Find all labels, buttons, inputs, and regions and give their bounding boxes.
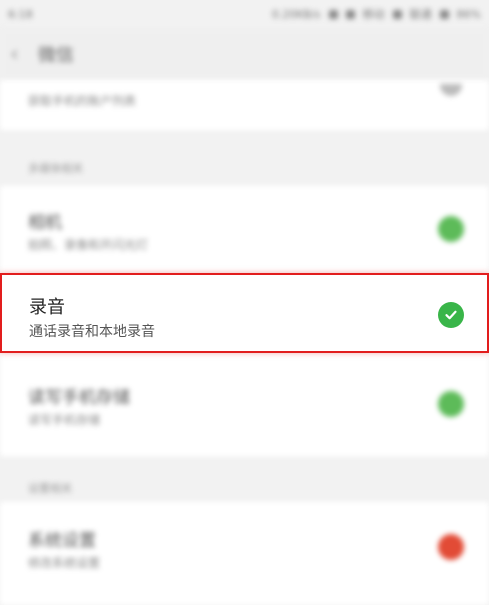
status-right: 0.20KB/s 移动 联通 86% [272, 6, 481, 22]
permission-item-camera[interactable]: 相机 拍照、录像和开闪光灯 [0, 186, 489, 276]
top-item-subtitle: 获取手机的账户列表 [28, 94, 137, 108]
denied-status-icon [438, 534, 464, 560]
signal-icon [392, 9, 402, 19]
wifi-icon [345, 9, 355, 19]
allowed-check-icon [438, 216, 464, 242]
battery-level: 86% [456, 7, 481, 21]
permission-label: 相机 [28, 213, 62, 233]
allowed-check-icon [438, 391, 464, 417]
permission-item-storage[interactable]: 读写手机存储 读写手机存储 [0, 361, 489, 451]
section-header-media: 多媒体相关 [28, 162, 83, 175]
permission-subtitle: 通话录音和本地录音 [29, 324, 155, 340]
title-bar: ‹ 微信 [0, 28, 489, 80]
carrier-one: 移动 [362, 8, 385, 21]
status-time: 6:18 [8, 7, 33, 21]
status-bar: 6:18 0.20KB/s 移动 联通 86% [0, 0, 489, 28]
back-arrow-icon[interactable]: ‹ [10, 42, 38, 67]
page-title: 微信 [38, 45, 74, 66]
section-header-settings: 设置相关 [28, 482, 72, 495]
permission-subtitle: 修改系统设置 [28, 556, 101, 570]
permission-subtitle: 读写手机存储 [28, 413, 101, 427]
permission-item-system-settings[interactable]: 系统设置 修改系统设置 [0, 504, 489, 594]
permission-label: 系统设置 [28, 531, 96, 551]
permission-item-microphone[interactable]: 录音 通话录音和本地录音 [0, 273, 489, 353]
carrier-two: 联通 [409, 8, 432, 21]
network-speed: 0.20KB/s [271, 7, 321, 21]
section-settings-card: 系统设置 修改系统设置 [0, 502, 489, 605]
toggle-icon [440, 84, 462, 96]
permission-label: 读写手机存储 [28, 388, 130, 408]
permission-label: 录音 [29, 297, 65, 318]
alarm-icon [328, 9, 338, 19]
permission-subtitle: 拍照、录像和开闪光灯 [28, 238, 149, 252]
allowed-check-icon [438, 302, 464, 328]
app-screen: 6:18 0.20KB/s 移动 联通 86% ‹ 微信 获取手机的账户列表 多… [0, 0, 489, 605]
top-permission-item[interactable]: 获取手机的账户列表 [0, 80, 489, 130]
battery-icon [439, 9, 449, 19]
